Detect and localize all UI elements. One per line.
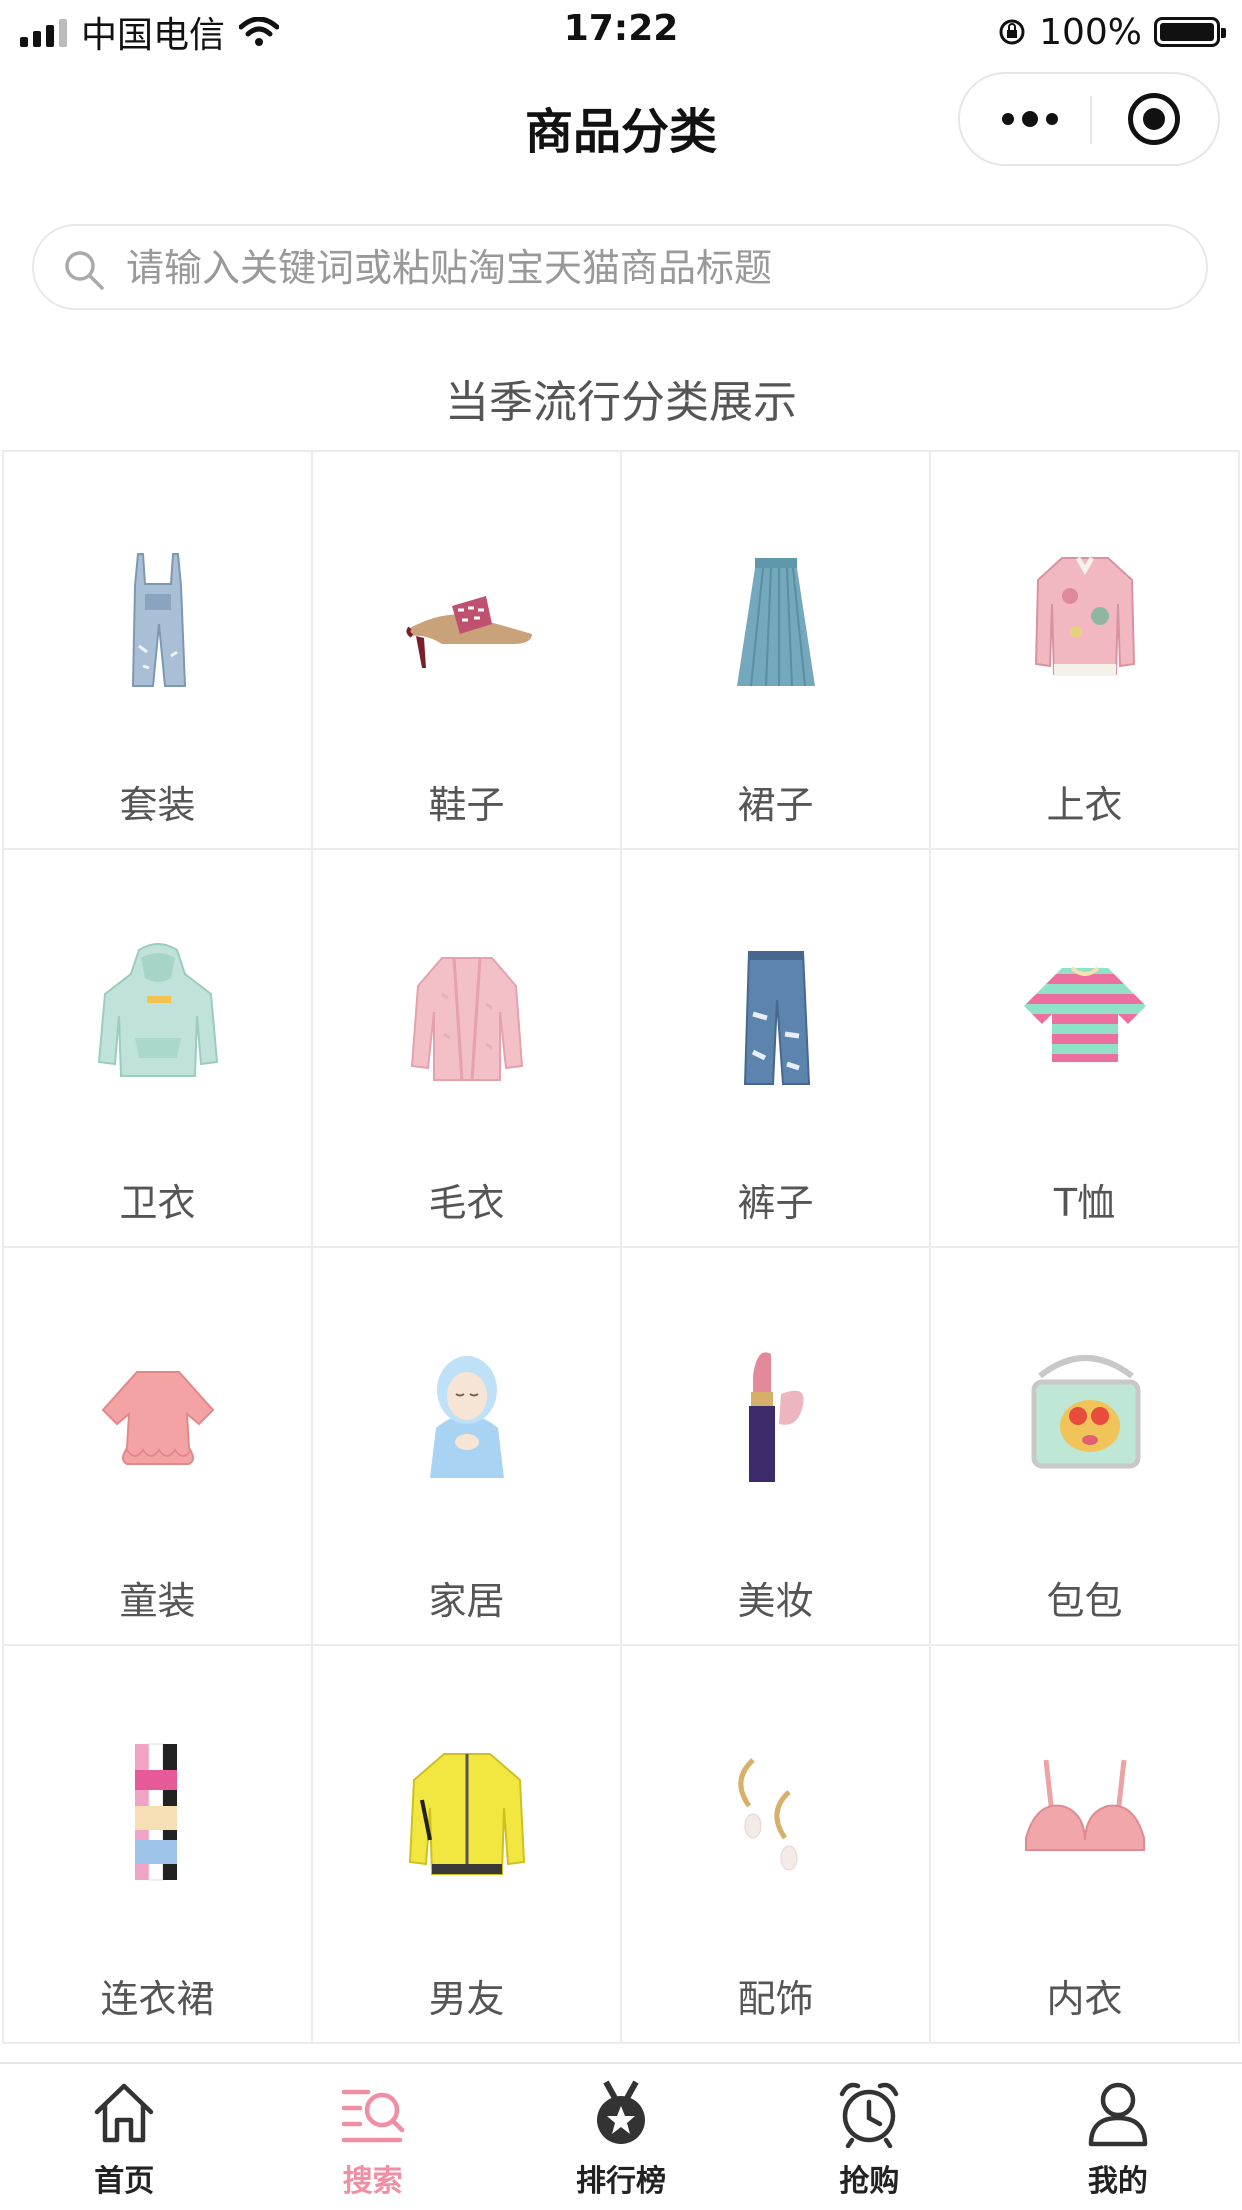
category-label: 上衣 <box>1046 783 1123 827</box>
tab-label: 抢购 <box>839 2164 900 2199</box>
tab-ranking[interactable]: 排行榜 <box>497 2064 745 2210</box>
overalls-image <box>131 553 186 687</box>
category-item-skirt[interactable]: 裙子 <box>622 452 931 850</box>
battery-percent: 100% <box>1039 11 1142 53</box>
tab-label: 我的 <box>1087 2164 1148 2199</box>
category-item-tshirt[interactable]: T恤 <box>931 850 1240 1248</box>
tab-flash-sale[interactable]: 抢购 <box>745 2064 993 2210</box>
search-icon <box>65 251 104 290</box>
category-label: 家居 <box>428 1579 505 1623</box>
category-label: 连衣裙 <box>100 1977 215 2021</box>
nav-bar: 商品分类 <box>0 64 1242 176</box>
tab-label: 搜索 <box>342 2164 403 2199</box>
category-item-pants[interactable]: 裤子 <box>622 850 931 1248</box>
more-menu-icon[interactable] <box>980 74 1080 164</box>
medal-icon <box>597 2080 646 2144</box>
category-label: 美妆 <box>737 1579 814 1623</box>
section-title: 当季流行分类展示 <box>445 377 797 428</box>
tshirt-image <box>1023 966 1146 1062</box>
category-label: 鞋子 <box>428 783 505 827</box>
mini-program-capsule <box>958 72 1220 166</box>
capsule-divider <box>1090 96 1092 144</box>
category-item-hoodie[interactable]: 卫衣 <box>4 850 313 1248</box>
tab-label: 首页 <box>94 2164 155 2199</box>
search-bar[interactable] <box>32 224 1208 310</box>
earrings-image <box>738 1758 797 1871</box>
status-bar: 中国电信 17:22 100% <box>0 0 1242 64</box>
category-item-makeup[interactable]: 美妆 <box>622 1248 931 1646</box>
category-label: 裤子 <box>737 1181 814 1225</box>
shoe-image <box>405 596 532 668</box>
bag-image <box>1031 1355 1140 1469</box>
category-item-accessories[interactable]: 配饰 <box>622 1646 931 2044</box>
jacket-image <box>1034 556 1135 676</box>
tab-label: 排行榜 <box>576 2164 667 2199</box>
category-item-top[interactable]: 上衣 <box>931 452 1240 850</box>
close-target-icon[interactable] <box>1128 93 1180 145</box>
category-label: 裙子 <box>737 783 814 827</box>
battery-icon <box>1154 17 1226 47</box>
category-item-suit[interactable]: 套装 <box>4 452 313 850</box>
category-item-home[interactable]: 家居 <box>313 1248 622 1646</box>
bra-image <box>1024 1759 1145 1851</box>
tab-bar: 首页 搜索 排行榜 抢购 我的 <box>0 2062 1242 2210</box>
category-item-bags[interactable]: 包包 <box>931 1248 1240 1646</box>
category-label: 配饰 <box>737 1977 814 2021</box>
category-label: 套装 <box>119 783 196 827</box>
category-item-kids[interactable]: 童装 <box>4 1248 313 1646</box>
alarm-clock-icon <box>840 2082 899 2148</box>
category-item-underwear[interactable]: 内衣 <box>931 1646 1240 2044</box>
skirt-image <box>736 558 815 687</box>
tab-search[interactable]: 搜索 <box>248 2064 496 2210</box>
jeans-image <box>743 951 810 1085</box>
home-icon <box>94 2083 154 2143</box>
category-label: 童装 <box>119 1579 196 1623</box>
category-label: 毛衣 <box>428 1181 505 1225</box>
hoodie-image <box>97 943 218 1077</box>
search-input[interactable] <box>124 236 1188 300</box>
search-list-icon <box>341 2089 404 2143</box>
tab-profile[interactable]: 我的 <box>994 2064 1242 2210</box>
category-label: 男友 <box>428 1977 505 2021</box>
category-label: 包包 <box>1046 1579 1123 1623</box>
rotation-lock-icon <box>999 19 1025 45</box>
category-item-dress[interactable]: 连衣裙 <box>4 1646 313 2044</box>
category-label: 内衣 <box>1046 1977 1123 2021</box>
category-item-shoes[interactable]: 鞋子 <box>313 452 622 850</box>
dress-image <box>134 1743 177 1881</box>
status-right: 100% <box>997 8 1226 56</box>
category-label: 卫衣 <box>119 1181 196 1225</box>
tab-home[interactable]: 首页 <box>0 2064 248 2210</box>
sweater-image <box>410 957 523 1081</box>
kids-blouse-image <box>101 1371 214 1465</box>
lipstick-image <box>748 1352 803 1482</box>
figurine-image <box>429 1356 504 1478</box>
category-item-boyfriend[interactable]: 男友 <box>313 1646 622 2044</box>
category-grid: 套装 鞋子 裙子 上衣 卫衣 毛衣 裤子 T恤 童装 家居 美妆 包包 连衣裙 … <box>2 450 1240 2044</box>
category-label: T恤 <box>1053 1181 1116 1225</box>
user-icon <box>1088 2082 1148 2147</box>
category-item-sweater[interactable]: 毛衣 <box>313 850 622 1248</box>
menswear-jacket-image <box>408 1753 525 1875</box>
